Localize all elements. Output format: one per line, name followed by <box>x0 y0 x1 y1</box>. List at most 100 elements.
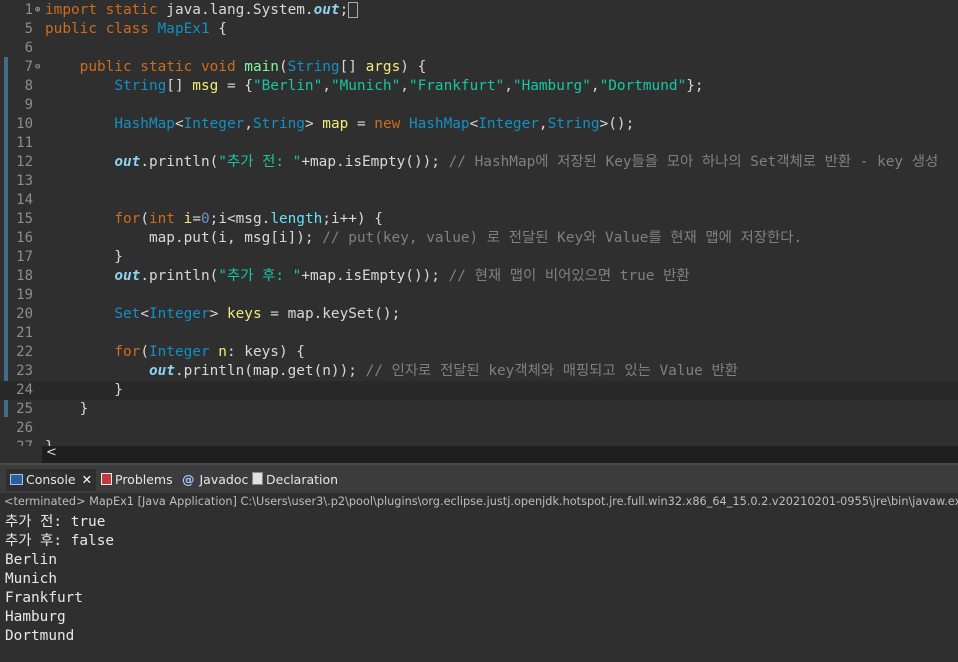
console-output-line: Berlin <box>5 552 57 568</box>
code-line[interactable]: 19 <box>0 286 958 305</box>
code-line[interactable]: 27} <box>0 438 958 446</box>
code-token: 0 <box>200 211 210 227</box>
collapse-fold-icon[interactable]: ⊖ <box>35 58 40 77</box>
view-tab-bar: Console ✕ Problems @ Javadoc Declaration <box>0 463 958 493</box>
code-token: // 인자로 전달된 key객체와 매핑되고 있는 Value 반환 <box>365 363 738 379</box>
tab-problems-label: Problems <box>115 472 173 487</box>
code-text: for(Integer n: keys) { <box>45 343 305 362</box>
line-number: 26 <box>16 420 33 436</box>
code-token: = { <box>218 78 253 94</box>
tab-problems[interactable]: Problems <box>101 469 173 491</box>
code-token: ) { <box>400 59 427 75</box>
line-number: 21 <box>16 325 33 341</box>
tab-console-label: Console <box>26 472 76 487</box>
code-text: public class MapEx1 { <box>45 20 227 39</box>
code-line[interactable]: 20 Set<Integer> keys = map.keySet(); <box>0 305 958 324</box>
code-line[interactable]: 8 String[] msg = {"Berlin","Munich","Fra… <box>0 77 958 96</box>
code-token: > <box>209 306 227 322</box>
scroll-gutter <box>0 446 42 463</box>
code-line[interactable]: 10 HashMap<Integer,String> map = new Has… <box>0 115 958 134</box>
code-token: for <box>114 344 141 360</box>
console-status: <terminated> MapEx1 [Java Application] C… <box>4 495 958 508</box>
console-output-line: 추가 전: true <box>5 514 106 530</box>
code-token: out <box>114 268 141 284</box>
line-number: 1 <box>24 2 33 18</box>
code-token: +map.isEmpty()); <box>301 268 449 284</box>
code-line[interactable]: 9 <box>0 96 958 115</box>
code-text: } <box>45 400 89 419</box>
line-number: 10 <box>16 116 33 132</box>
code-token: "Munich" <box>330 78 401 94</box>
code-token: > <box>304 116 323 132</box>
console-view: Console ✕ Problems @ Javadoc Declaration <… <box>0 463 958 662</box>
code-token: ;i++) { <box>322 211 383 227</box>
code-token: = map.keySet(); <box>261 306 401 322</box>
code-editor[interactable]: 1 ⊕ import static java.lang.System.out; 5 pu… <box>0 0 958 446</box>
tab-console[interactable]: Console ✕ <box>6 469 97 491</box>
line-number: 9 <box>24 97 33 113</box>
console-output-line: Frankfurt <box>5 590 83 606</box>
code-line[interactable]: 7 ⊖ public static void main(String[] args… <box>0 58 958 77</box>
code-token: public static void <box>79 59 245 75</box>
code-line[interactable]: 16 map.put(i, msg[i]); // put(key, value… <box>0 229 958 248</box>
code-token: ;i<msg. <box>209 211 271 227</box>
code-token: .println( <box>140 154 219 170</box>
console-output[interactable]: 추가 전: true 추가 후: false Berlin Munich Frankfu… <box>5 513 114 646</box>
code-line[interactable]: 5 public class MapEx1 { <box>0 20 958 39</box>
tab-declaration[interactable]: Declaration <box>252 469 338 491</box>
code-token: .println(map.get(n)); <box>174 363 366 379</box>
code-line[interactable]: 22 for(Integer n: keys) { <box>0 343 958 362</box>
code-token: MapEx1 <box>157 21 210 37</box>
code-line[interactable]: 25 } <box>0 400 958 419</box>
code-line[interactable]: 13 <box>0 172 958 191</box>
code-token: , <box>590 78 600 94</box>
line-number: 7 <box>24 59 33 75</box>
javadoc-icon: @ <box>182 472 195 487</box>
code-line[interactable]: 15 for(int i=0;i<msg.length;i++) { <box>0 210 958 229</box>
close-icon[interactable]: ✕ <box>82 472 92 487</box>
code-line[interactable]: 17 } <box>0 248 958 267</box>
code-text: Set<Integer> keys = map.keySet(); <box>45 305 400 324</box>
code-token: String <box>547 116 600 132</box>
tab-javadoc[interactable]: @ Javadoc <box>182 469 248 491</box>
line-number: 25 <box>16 401 33 417</box>
console-output-line: Hamburg <box>5 609 66 625</box>
code-text: } <box>45 381 123 400</box>
code-line[interactable]: 6 <box>0 39 958 58</box>
line-number: 22 <box>16 344 33 360</box>
code-text: public static void main(String[] args) { <box>45 58 427 77</box>
code-line[interactable]: 14 <box>0 191 958 210</box>
code-token: , <box>322 78 331 94</box>
horizontal-scrollbar[interactable]: < <box>42 445 958 463</box>
code-line[interactable]: 21 <box>0 324 958 343</box>
line-number: 23 <box>16 363 33 379</box>
code-line[interactable]: 18 out.println("추가 후: "+map.isEmpty()); … <box>0 267 958 286</box>
code-line[interactable]: 12 out.println("추가 전: "+map.isEmpty()); … <box>0 153 958 172</box>
code-line[interactable]: 24 } <box>0 381 958 400</box>
code-token: map.put(i, msg[i]); <box>148 230 323 246</box>
code-token: , <box>538 116 548 132</box>
tab-declaration-label: Declaration <box>266 472 339 487</box>
folded-imports-box[interactable] <box>348 2 359 18</box>
code-token: length <box>270 211 323 227</box>
code-line[interactable]: 26 <box>0 419 958 438</box>
code-line[interactable]: 1 ⊕ import static java.lang.System.out; <box>0 1 958 20</box>
code-line[interactable]: 23 out.println(map.get(n)); // 인자로 전달된 k… <box>0 362 958 381</box>
expand-fold-icon[interactable]: ⊕ <box>35 1 40 20</box>
code-token: map <box>322 116 349 132</box>
code-text: } <box>45 248 123 267</box>
code-token: java.lang.System. <box>166 2 314 18</box>
console-output-line: 추가 후: false <box>5 533 115 549</box>
code-text: String[] msg = {"Berlin","Munich","Frank… <box>45 77 703 96</box>
code-token: [] <box>166 78 193 94</box>
code-token: < <box>469 116 479 132</box>
code-line[interactable]: 11 <box>0 134 958 153</box>
code-token: , <box>244 116 253 132</box>
scroll-left-icon[interactable]: < <box>46 445 57 460</box>
code-token: } <box>45 382 123 398</box>
